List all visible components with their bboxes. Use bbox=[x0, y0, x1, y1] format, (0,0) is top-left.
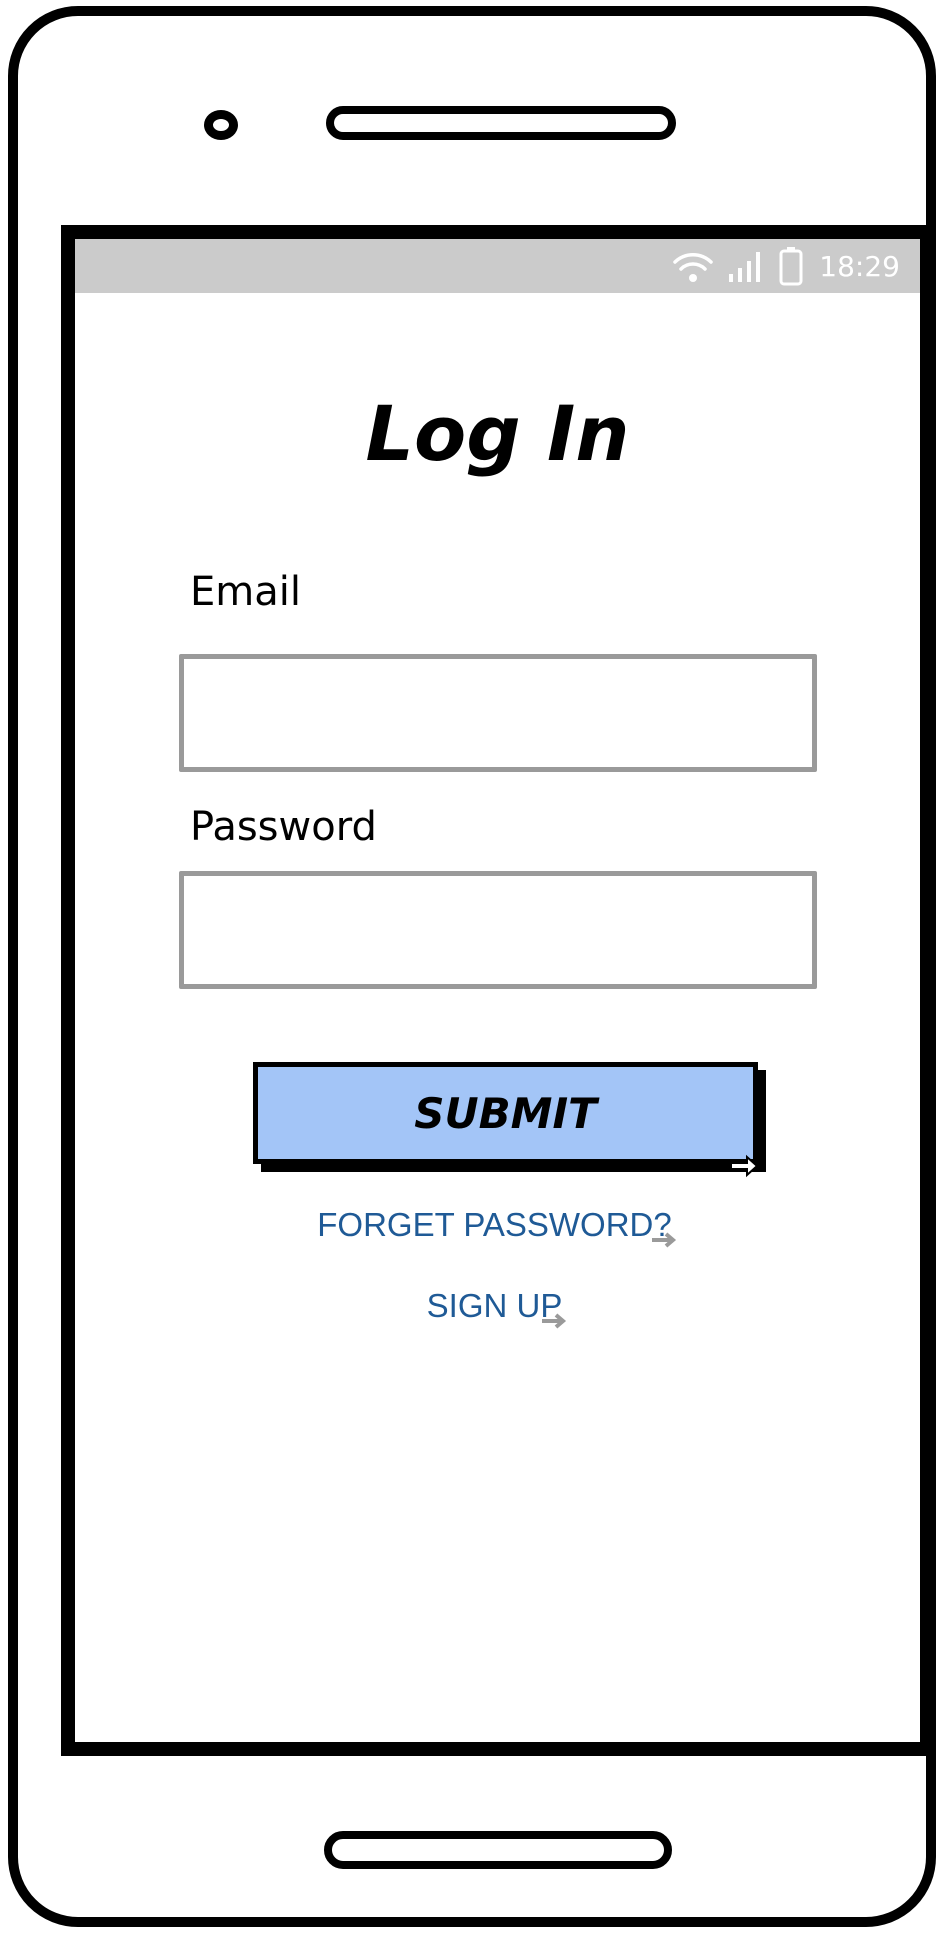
earpiece-speaker bbox=[326, 106, 676, 140]
email-field[interactable] bbox=[179, 654, 817, 772]
wifi-icon bbox=[671, 248, 715, 284]
bottom-speaker bbox=[324, 1831, 672, 1869]
link-arrow-icon bbox=[729, 1139, 759, 1178]
battery-icon bbox=[779, 246, 803, 286]
password-label: Password bbox=[190, 804, 377, 850]
password-field[interactable] bbox=[179, 871, 817, 989]
sign-up-link[interactable]: SIGN UP bbox=[75, 1287, 920, 1329]
signal-icon bbox=[727, 248, 767, 284]
phone-frame: 18:29 Log In Email Password SUBMIT FORGE… bbox=[8, 6, 936, 1927]
submit-button-label: SUBMIT bbox=[414, 1088, 597, 1138]
forgot-password-label: FORGET PASSWORD? bbox=[317, 1206, 672, 1243]
link-arrow-icon bbox=[540, 1301, 568, 1329]
email-label: Email bbox=[190, 569, 301, 615]
page-title: Log In bbox=[365, 389, 630, 478]
link-arrow-icon bbox=[650, 1220, 678, 1248]
status-bar: 18:29 bbox=[75, 239, 920, 293]
forgot-password-link[interactable]: FORGET PASSWORD? bbox=[75, 1206, 920, 1248]
status-time: 18:29 bbox=[819, 249, 900, 283]
front-camera bbox=[204, 110, 238, 140]
submit-button[interactable]: SUBMIT bbox=[253, 1062, 759, 1178]
phone-screen: 18:29 Log In Email Password SUBMIT FORGE… bbox=[61, 225, 934, 1756]
